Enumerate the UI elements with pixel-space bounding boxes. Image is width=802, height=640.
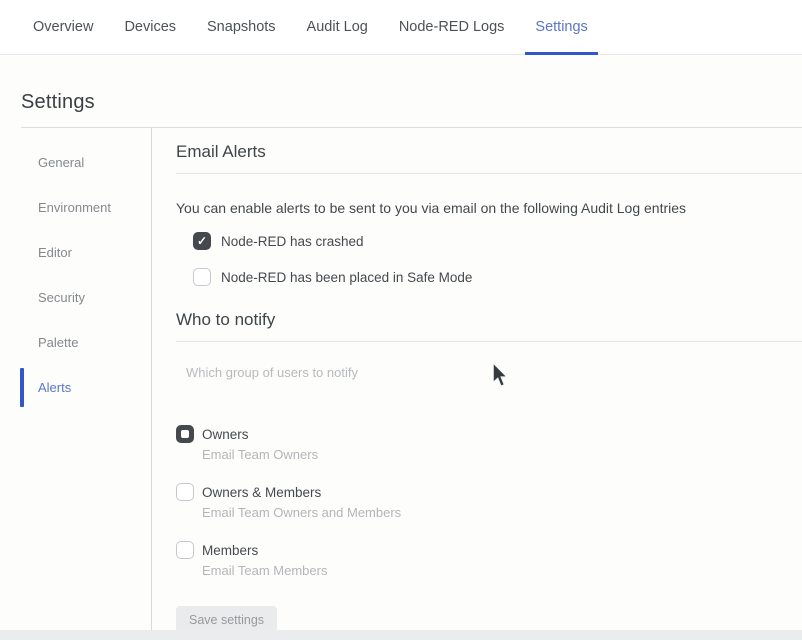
radio-description: Email Team Owners and Members bbox=[202, 505, 401, 520]
alerts-settings-panel: Email Alerts You can enable alerts to be… bbox=[152, 128, 802, 631]
check-icon: ✓ bbox=[197, 235, 207, 247]
checkbox-row-safe-mode: ✓ Node-RED has been placed in Safe Mode bbox=[193, 268, 802, 286]
email-alerts-section-title: Email Alerts bbox=[176, 142, 802, 174]
settings-sidebar: General Environment Editor Security Pale… bbox=[0, 128, 152, 631]
tab-node-red-logs[interactable]: Node-RED Logs bbox=[399, 0, 505, 54]
radio-description: Email Team Members bbox=[202, 563, 327, 578]
checkbox-label: Node-RED has crashed bbox=[221, 234, 364, 249]
checkbox-row-crashed: ✓ Node-RED has crashed bbox=[193, 232, 802, 250]
radio-label: Owners & Members bbox=[202, 483, 401, 500]
email-alerts-description: You can enable alerts to be sent to you … bbox=[176, 200, 802, 216]
sidebar-item-environment[interactable]: Environment bbox=[0, 185, 151, 230]
radio-row-members: Members Email Team Members bbox=[176, 541, 802, 578]
tab-audit-log[interactable]: Audit Log bbox=[307, 0, 368, 54]
sidebar-item-general[interactable]: General bbox=[0, 140, 151, 185]
who-to-notify-section-title: Who to notify bbox=[176, 310, 802, 342]
radio-description: Email Team Owners bbox=[202, 447, 318, 462]
sidebar-item-alerts[interactable]: Alerts bbox=[0, 365, 151, 410]
checkbox-label: Node-RED has been placed in Safe Mode bbox=[221, 270, 472, 285]
bottom-strip bbox=[0, 630, 802, 640]
notify-radio-group: Owners Email Team Owners Owners & Member… bbox=[176, 425, 802, 578]
page-title: Settings bbox=[0, 55, 802, 127]
radio-dot-icon bbox=[181, 430, 189, 438]
sidebar-item-palette[interactable]: Palette bbox=[0, 320, 151, 365]
tab-overview[interactable]: Overview bbox=[33, 0, 93, 54]
radio-label: Members bbox=[202, 541, 327, 558]
radio-label: Owners bbox=[202, 425, 318, 442]
radio-owners[interactable] bbox=[176, 425, 194, 443]
who-to-notify-hint: Which group of users to notify bbox=[186, 365, 802, 380]
tab-snapshots[interactable]: Snapshots bbox=[207, 0, 276, 54]
radio-row-owners-members: Owners & Members Email Team Owners and M… bbox=[176, 483, 802, 520]
radio-owners-members[interactable] bbox=[176, 483, 194, 501]
tab-bar: Overview Devices Snapshots Audit Log Nod… bbox=[0, 0, 802, 55]
sidebar-item-security[interactable]: Security bbox=[0, 275, 151, 320]
radio-members[interactable] bbox=[176, 541, 194, 559]
checkbox-node-red-safe-mode[interactable]: ✓ bbox=[193, 268, 211, 286]
radio-row-owners: Owners Email Team Owners bbox=[176, 425, 802, 462]
sidebar-item-editor[interactable]: Editor bbox=[0, 230, 151, 275]
tab-settings[interactable]: Settings bbox=[535, 0, 587, 54]
checkbox-node-red-crashed[interactable]: ✓ bbox=[193, 232, 211, 250]
tab-devices[interactable]: Devices bbox=[124, 0, 176, 54]
